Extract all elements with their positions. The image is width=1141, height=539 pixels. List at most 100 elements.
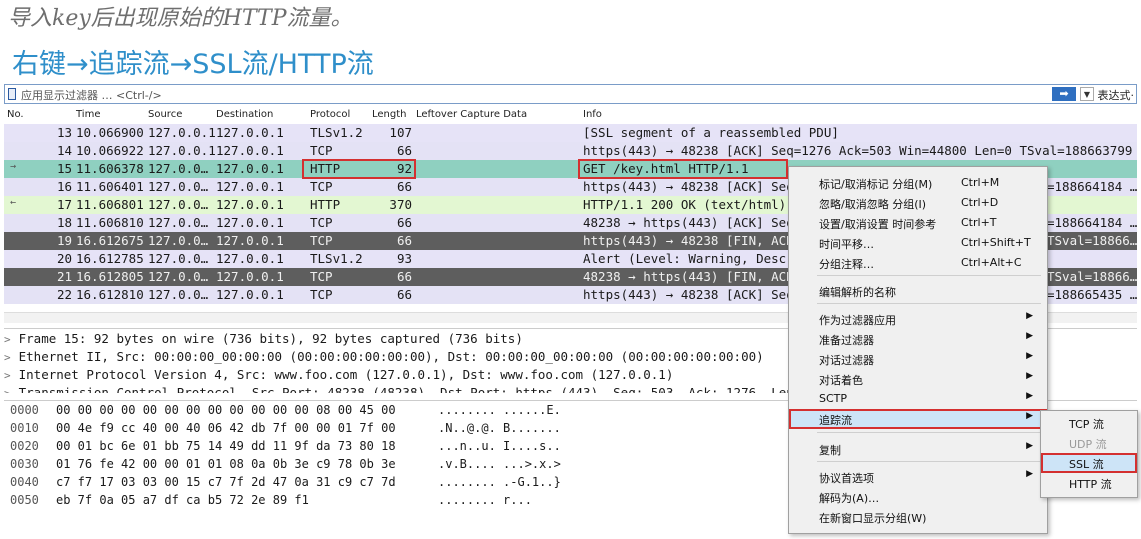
detail-text: Ethernet II, Src: 00:00:00_00:00:00 (00:… bbox=[18, 349, 764, 364]
submenu-item-udp-stream: UDP 流 bbox=[1041, 433, 1137, 453]
menu-item-shortcut: Ctrl+D bbox=[961, 196, 999, 209]
packet-length: 66 bbox=[396, 287, 412, 302]
column-no[interactable]: No. bbox=[7, 109, 24, 120]
packet-row[interactable]: 14 10.066922 127.0.0.1 127.0.0.1 TCP 66 … bbox=[4, 142, 1137, 160]
bytes-hex: c7 f7 17 03 03 00 15 c7 7f 2d 47 0a 31 c… bbox=[56, 475, 396, 489]
packet-info: [SSL segment of a reassembled PDU] bbox=[583, 125, 839, 140]
packet-protocol: TCP bbox=[310, 233, 333, 248]
menu-item-label: 对话着色 bbox=[819, 374, 863, 387]
packet-protocol: TLSv1.2 bbox=[310, 251, 363, 266]
display-filter-bar[interactable]: 应用显示过滤器 … <Ctrl-/> ➡ ▼ 表达式· bbox=[4, 84, 1137, 104]
packet-destination: 127.0.0.1 bbox=[216, 215, 284, 230]
submenu-item-label: HTTP 流 bbox=[1069, 478, 1112, 491]
menu-item-mark-packet[interactable]: 标记/取消标记 分组(M) Ctrl+M bbox=[789, 173, 1047, 193]
packet-info: https(443) → 48238 [ACK] Seq=1276 Ack=50… bbox=[583, 143, 1137, 158]
packet-source: 127.0.0… bbox=[148, 179, 209, 194]
menu-item-colorize-conversation[interactable]: 对话着色 ▶ bbox=[789, 369, 1047, 389]
packet-source: 127.0.0… bbox=[148, 251, 209, 266]
packet-time: 11.606401 bbox=[76, 179, 144, 194]
column-info[interactable]: Info bbox=[583, 109, 602, 120]
expand-arrow-icon[interactable]: > bbox=[4, 387, 11, 393]
caption-line-1: 导入key后出现原始的HTTP流量。 bbox=[8, 6, 353, 31]
menu-item-label: SCTP bbox=[819, 392, 848, 405]
packet-destination: 127.0.0.1 bbox=[216, 179, 284, 194]
submenu-item-label: UDP 流 bbox=[1069, 438, 1107, 451]
submenu-arrow-icon: ▶ bbox=[1026, 441, 1033, 451]
packet-destination: 127.0.0.1 bbox=[216, 161, 284, 176]
packet-source: 127.0.0… bbox=[148, 269, 209, 284]
submenu-arrow-icon: ▶ bbox=[1026, 311, 1033, 321]
detail-ethernet[interactable]: > Ethernet II, Src: 00:00:00_00:00:00 (00… bbox=[4, 349, 764, 364]
menu-item-label: 作为过滤器应用 bbox=[819, 314, 896, 327]
menu-item-shortcut: Ctrl+Alt+C bbox=[961, 256, 1022, 269]
detail-text: Frame 15: 92 bytes on wire (736 bits), 9… bbox=[18, 331, 523, 346]
menu-item-label: 复制 bbox=[819, 444, 841, 457]
packet-info: https(443) → 48238 [FIN, ACK bbox=[583, 233, 794, 248]
submenu-item-http-stream[interactable]: HTTP 流 bbox=[1041, 473, 1137, 493]
detail-ip[interactable]: > Internet Protocol Version 4, Src: www.f… bbox=[4, 367, 673, 382]
column-leftover[interactable]: Leftover Capture Data bbox=[416, 109, 527, 120]
column-protocol[interactable]: Protocol bbox=[310, 109, 350, 120]
packet-time: 11.606378 bbox=[76, 161, 144, 176]
bytes-offset: 0040 bbox=[10, 475, 39, 489]
packet-time: 16.612810 bbox=[76, 287, 144, 302]
menu-item-decode-as[interactable]: 解码为(A)… bbox=[789, 487, 1047, 507]
menu-item-shortcut: Ctrl+M bbox=[961, 176, 1000, 189]
detail-frame[interactable]: > Frame 15: 92 bytes on wire (736 bits), … bbox=[4, 331, 523, 346]
menu-item-sctp[interactable]: SCTP ▶ bbox=[789, 389, 1047, 409]
expand-arrow-icon[interactable]: > bbox=[4, 351, 11, 364]
menu-item-packet-comment[interactable]: 分组注释… Ctrl+Alt+C bbox=[789, 253, 1047, 273]
menu-item-conversation-filter[interactable]: 对话过滤器 ▶ bbox=[789, 349, 1047, 369]
bytes-hex: 01 76 fe 42 00 00 01 01 08 0a 0b 3e c9 7… bbox=[56, 457, 396, 471]
menu-item-edit-resolved-name[interactable]: 编辑解析的名称 bbox=[789, 281, 1047, 301]
menu-item-label: 协议首选项 bbox=[819, 472, 874, 485]
column-length[interactable]: Length bbox=[372, 109, 407, 120]
menu-item-ignore-packet[interactable]: 忽略/取消忽略 分组(I) Ctrl+D bbox=[789, 193, 1047, 213]
packet-info: https(443) → 48238 [ACK] Seq bbox=[583, 287, 794, 302]
column-source[interactable]: Source bbox=[148, 109, 182, 120]
packet-protocol: TLSv1.2 bbox=[310, 125, 363, 140]
column-time[interactable]: Time bbox=[76, 109, 100, 120]
menu-separator bbox=[817, 275, 1041, 276]
detail-tcp[interactable]: > Transmission Control Protocol, Src Port… bbox=[4, 385, 801, 393]
menu-item-prepare-filter[interactable]: 准备过滤器 ▶ bbox=[789, 329, 1047, 349]
expand-arrow-icon[interactable]: > bbox=[4, 333, 11, 346]
bookmark-icon[interactable] bbox=[8, 88, 16, 100]
menu-item-time-reference[interactable]: 设置/取消设置 时间参考 Ctrl+T bbox=[789, 213, 1047, 233]
packet-destination: 127.0.0.1 bbox=[216, 287, 284, 302]
packet-protocol: TCP bbox=[310, 143, 333, 158]
menu-item-follow-stream[interactable]: 追踪流 ▶ bbox=[789, 409, 1047, 429]
expression-button[interactable]: 表达式· bbox=[1098, 87, 1135, 103]
menu-item-apply-as-filter[interactable]: 作为过滤器应用 ▶ bbox=[789, 309, 1047, 329]
packet-source: 127.0.0.1 bbox=[148, 125, 216, 140]
menu-separator bbox=[817, 461, 1041, 462]
packet-source: 127.0.0… bbox=[148, 215, 209, 230]
packet-destination: 127.0.0.1 bbox=[216, 251, 284, 266]
expand-arrow-icon[interactable]: > bbox=[4, 369, 11, 382]
menu-item-copy[interactable]: 复制 ▶ bbox=[789, 439, 1047, 459]
packet-destination: 127.0.0.1 bbox=[216, 233, 284, 248]
right-arrow-icon[interactable]: ➡ bbox=[1052, 87, 1076, 101]
display-filter-input[interactable]: 应用显示过滤器 … <Ctrl-/> bbox=[21, 87, 162, 103]
submenu-item-ssl-stream[interactable]: SSL 流 bbox=[1041, 453, 1137, 473]
bytes-line: 0020 00 01 bc 6e 01 bb 75 14 49 dd 11 9f … bbox=[10, 439, 561, 453]
packet-length: 66 bbox=[396, 269, 412, 284]
caption-line-2: 右键→追踪流→SSL流/HTTP流 bbox=[12, 49, 374, 80]
packet-source: 127.0.0… bbox=[148, 161, 209, 176]
chevron-down-icon[interactable]: ▼ bbox=[1080, 87, 1094, 101]
packet-row[interactable]: 13 10.066900 127.0.0.1 127.0.0.1 TLSv1.2… bbox=[4, 124, 1137, 142]
highlight-box-protocol bbox=[302, 159, 416, 179]
menu-item-protocol-preferences[interactable]: 协议首选项 ▶ bbox=[789, 467, 1047, 487]
packet-info-tail: =188664184 … bbox=[1047, 179, 1137, 194]
menu-item-show-in-new-window[interactable]: 在新窗口显示分组(W) bbox=[789, 507, 1047, 527]
column-destination[interactable]: Destination bbox=[216, 109, 273, 120]
packet-time: 16.612805 bbox=[76, 269, 144, 284]
packet-protocol: TCP bbox=[310, 269, 333, 284]
menu-item-label: 时间平移… bbox=[819, 238, 874, 251]
menu-item-time-shift[interactable]: 时间平移… Ctrl+Shift+T bbox=[789, 233, 1047, 253]
packet-info-tail: =188665435 … bbox=[1047, 287, 1137, 302]
packet-info: HTTP/1.1 200 OK (text/html) bbox=[583, 197, 787, 212]
packet-no: 21 bbox=[56, 269, 72, 284]
packet-length: 107 bbox=[389, 125, 412, 140]
submenu-item-tcp-stream[interactable]: TCP 流 bbox=[1041, 413, 1137, 433]
